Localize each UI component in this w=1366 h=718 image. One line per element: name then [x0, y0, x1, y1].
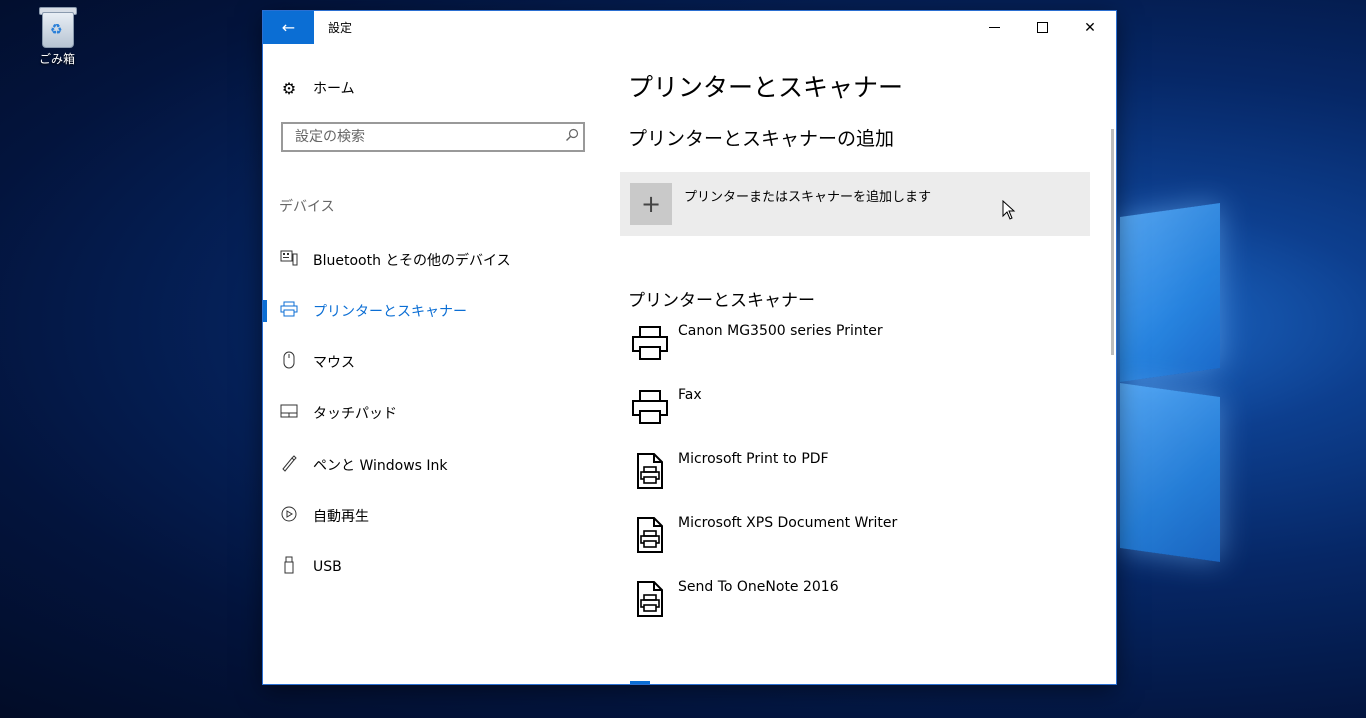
maximize-icon: [1036, 22, 1048, 33]
printer-icon: [632, 326, 668, 360]
document-printer-icon: [637, 453, 663, 489]
printer-name: Fax: [678, 387, 702, 403]
sidebar-item-touchpad[interactable]: タッチパッド: [263, 396, 603, 430]
printer-item-onenote[interactable]: Send To OneNote 2016: [620, 575, 1090, 627]
printer-name: Send To OneNote 2016: [678, 579, 839, 595]
gear-icon: ⚙: [281, 78, 297, 98]
printer-item-print-to-pdf[interactable]: Microsoft Print to PDF: [620, 447, 1090, 499]
printer-name: Canon MG3500 series Printer: [678, 323, 883, 339]
page-title: プリンターとスキャナー: [628, 73, 904, 102]
printer-icon: [632, 390, 668, 424]
sidebar-item-label: Bluetooth とその他のデバイス: [313, 253, 511, 269]
plus-icon: +: [630, 183, 672, 225]
content-scrollbar[interactable]: [1111, 129, 1114, 355]
sidebar-item-bluetooth[interactable]: Bluetooth とその他のデバイス: [263, 243, 603, 277]
maximize-button[interactable]: [1018, 11, 1066, 44]
sidebar-item-label: タッチパッド: [313, 406, 397, 422]
printer-icon: [279, 301, 299, 321]
sidebar-item-label: 自動再生: [313, 509, 369, 525]
sidebar-item-pen-ink[interactable]: ペンと Windows Ink: [263, 448, 603, 482]
usb-icon: [279, 556, 299, 578]
window-title: 設定: [328, 21, 353, 35]
section-label-devices: デバイス: [279, 199, 335, 215]
back-button[interactable]: ←: [263, 11, 314, 44]
recycle-bin-icon: ♻: [38, 4, 77, 48]
printer-item-fax[interactable]: Fax: [620, 383, 1090, 435]
minimize-button[interactable]: [970, 11, 1018, 44]
add-printer-label: プリンターまたはスキャナーを追加します: [684, 190, 932, 205]
sidebar-item-label: USB: [313, 559, 342, 575]
pen-icon: [279, 454, 299, 476]
close-button[interactable]: ✕: [1066, 11, 1114, 44]
settings-window: ← 設定 ✕ ⚙ ホーム デバイス Bluetooth とその他のデバイス: [263, 11, 1116, 684]
sidebar-item-label: マウス: [313, 355, 355, 371]
sidebar-item-label: ペンと Windows Ink: [313, 458, 448, 474]
sidebar: ⚙ ホーム デバイス Bluetooth とその他のデバイス プリンターとスキャ…: [263, 44, 613, 684]
search-box: [281, 122, 585, 152]
recycle-bin-label: ごみ箱: [38, 52, 75, 66]
next-section-marker: [630, 681, 650, 684]
sidebar-item-mouse[interactable]: マウス: [263, 345, 603, 379]
printer-item-xps-writer[interactable]: Microsoft XPS Document Writer: [620, 511, 1090, 563]
add-section-heading: プリンターとスキャナーの追加: [628, 128, 895, 150]
close-icon: ✕: [1084, 19, 1096, 36]
document-printer-icon: [637, 517, 663, 553]
search-icon[interactable]: [561, 128, 583, 146]
autoplay-icon: [279, 505, 299, 527]
title-bar: ← 設定 ✕: [263, 11, 1116, 44]
bluetooth-devices-icon: [279, 250, 299, 270]
touchpad-icon: [279, 404, 299, 422]
printer-name: Microsoft XPS Document Writer: [678, 515, 898, 531]
search-input[interactable]: [293, 128, 561, 146]
back-arrow-icon: ←: [281, 18, 296, 37]
mouse-icon: [279, 351, 299, 373]
windows-logo-wallpaper: [1120, 190, 1366, 660]
sidebar-item-usb[interactable]: USB: [263, 550, 603, 584]
printer-name: Microsoft Print to PDF: [678, 451, 829, 467]
document-printer-icon: [637, 581, 663, 617]
printer-item-canon[interactable]: Canon MG3500 series Printer: [620, 319, 1090, 371]
sidebar-item-label: プリンターとスキャナー: [313, 304, 467, 320]
mouse-cursor-icon: [1002, 200, 1016, 220]
recycle-bin-desktop-icon[interactable]: ♻ ごみ箱: [28, 4, 86, 67]
add-printer-button[interactable]: + プリンターまたはスキャナーを追加します: [620, 172, 1090, 236]
printers-list-heading: プリンターとスキャナー: [628, 291, 815, 311]
sidebar-home[interactable]: ⚙ ホーム: [279, 78, 355, 98]
main-content: プリンターとスキャナー プリンターとスキャナーの追加 + プリンターまたはスキャ…: [620, 44, 1100, 684]
home-label: ホーム: [313, 81, 355, 97]
sidebar-item-autoplay[interactable]: 自動再生: [263, 499, 603, 533]
minimize-icon: [988, 27, 1000, 28]
sidebar-item-printers-scanners[interactable]: プリンターとスキャナー: [263, 294, 603, 328]
